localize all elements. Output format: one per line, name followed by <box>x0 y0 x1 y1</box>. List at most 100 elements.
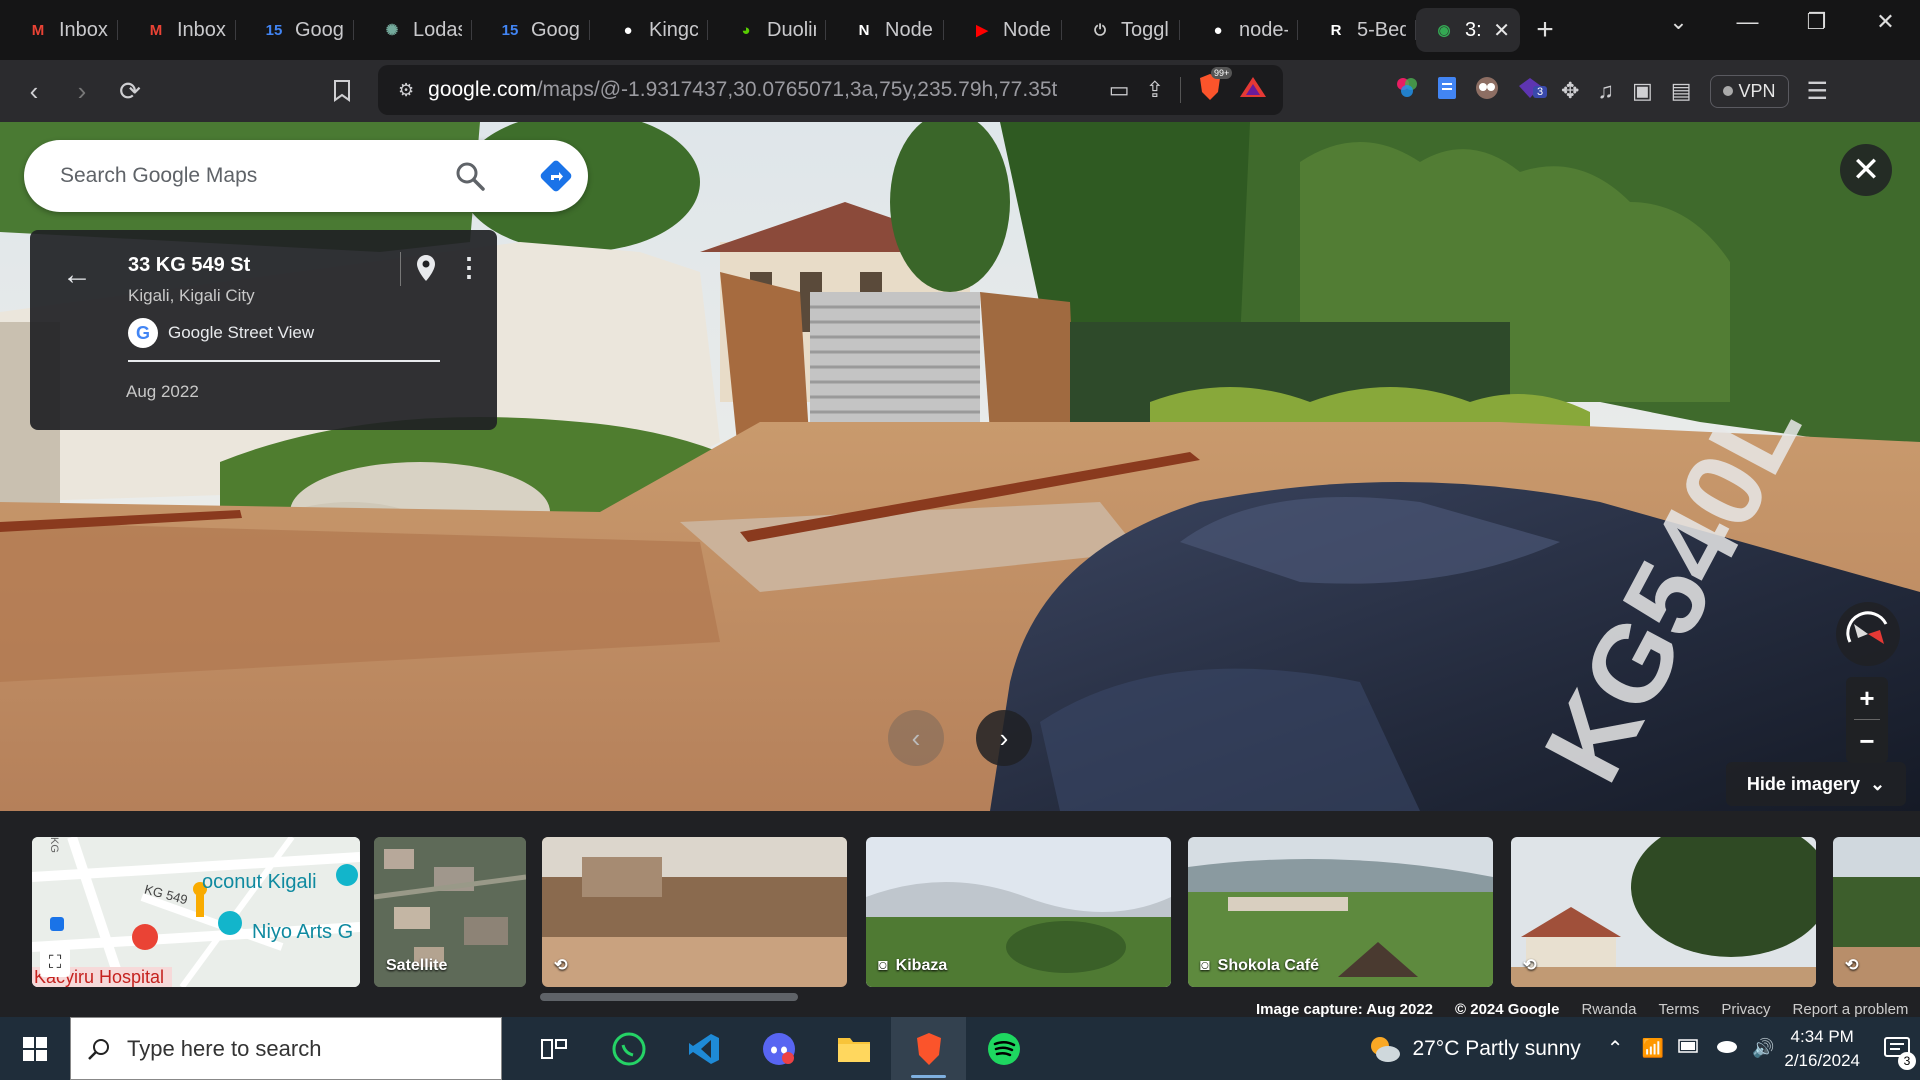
brave-browser-icon[interactable] <box>891 1017 966 1080</box>
weather-widget[interactable]: 27°C Partly sunny <box>1368 1034 1581 1064</box>
map-pin-icon[interactable] <box>416 254 436 289</box>
tab-11[interactable]: R 5-Bed <box>1298 8 1416 52</box>
hide-imagery-button[interactable]: Hide imagery ⌄ <box>1726 762 1906 806</box>
bookmark-icon[interactable] <box>318 67 366 115</box>
tab-7[interactable]: N Node <box>826 8 944 52</box>
shokola-photo-tile[interactable]: ◙ Shokola Café <box>1188 837 1493 987</box>
google-maps-icon: ◉ <box>1437 22 1451 39</box>
timeline-bar[interactable] <box>128 360 440 362</box>
maps-search-box[interactable] <box>24 140 588 212</box>
extensions-puzzle-icon[interactable]: ✥ <box>1561 78 1579 104</box>
imagery-filmstrip: KG KG 549 oconut Kigali Niyo Arts G Kacy… <box>0 811 1920 1018</box>
wallet-icon[interactable]: ▤ <box>1671 78 1692 104</box>
share-icon[interactable]: ⇪ <box>1146 77 1164 103</box>
color-picker-extension-icon[interactable] <box>1395 76 1419 106</box>
country-link[interactable]: Rwanda <box>1581 1001 1636 1018</box>
street-view-panorama[interactable]: KG540L ← 33 KG 549 St Kigali, Kigali Cit… <box>0 122 1920 811</box>
tab-active[interactable]: ◉ 3: ✕ <box>1416 8 1520 52</box>
tab-8[interactable]: ▶ Node <box>944 8 1062 52</box>
tab-2[interactable]: 15 Googl <box>236 8 354 52</box>
privacy-link[interactable]: Privacy <box>1721 1001 1770 1018</box>
owl-extension-icon[interactable] <box>1475 76 1499 106</box>
tab-9[interactable]: ⏻ Toggl <box>1062 8 1180 52</box>
extensions-area: 3 ✥ ♫ ▣ ▤ VPN ☰ <box>1395 60 1828 122</box>
tab-6[interactable]: ◕ Duolir <box>708 8 826 52</box>
task-view-icon[interactable] <box>516 1017 591 1080</box>
filmstrip-scrollbar[interactable] <box>540 993 798 1001</box>
kibaza-photo-tile[interactable]: ◙ Kibaza <box>866 837 1171 987</box>
tab-1[interactable]: M Inbox <box>118 8 236 52</box>
tab-3[interactable]: ✺ Lodas <box>354 8 472 52</box>
sidebar-toggle-icon[interactable]: ▣ <box>1632 78 1653 104</box>
capture-date[interactable]: Aug 2022 <box>126 382 199 402</box>
taskbar-search-input[interactable] <box>127 1035 467 1062</box>
satellite-tile[interactable]: Satellite <box>374 837 526 987</box>
show-hidden-icons[interactable]: ⌃ <box>1607 1036 1624 1061</box>
terms-link[interactable]: Terms <box>1658 1001 1699 1018</box>
nav-arrow-back[interactable]: ‹ <box>888 710 944 766</box>
vpn-button[interactable]: VPN <box>1709 74 1789 108</box>
docs-extension-icon[interactable] <box>1437 76 1457 106</box>
gem-extension-icon[interactable]: 3 <box>1517 76 1548 106</box>
onedrive-icon[interactable] <box>1714 1039 1738 1058</box>
browser-tab-strip: M Inbox M Inbox 15 Googl ✺ Lodas 15 Googl ● Kingc ◕ D… <box>0 0 1920 60</box>
back-arrow-icon[interactable]: ← <box>62 258 92 292</box>
close-street-view-button[interactable]: ✕ <box>1840 144 1892 196</box>
discord-icon[interactable] <box>741 1017 816 1080</box>
address-bar[interactable]: ⚙ google.com /maps/@-1.9317437,30.076507… <box>378 65 1283 115</box>
tab-title: Inbox <box>177 18 226 41</box>
directions-icon[interactable] <box>538 158 574 194</box>
street-photo-tile-3[interactable]: ⟲ <box>1833 837 1920 987</box>
volume-icon[interactable]: 🔊 <box>1752 1038 1774 1059</box>
media-controls-icon[interactable]: ♫ <box>1597 78 1614 104</box>
new-tab-button[interactable]: + <box>1520 13 1570 47</box>
tab-10[interactable]: ● node- <box>1180 8 1298 52</box>
site-settings-icon[interactable]: ⚙ <box>398 80 414 101</box>
vscode-icon[interactable] <box>666 1017 741 1080</box>
report-problem-link[interactable]: Report a problem <box>1793 1001 1909 1018</box>
clock-date: 2/16/2024 <box>1784 1050 1860 1070</box>
system-tray: 27°C Partly sunny ⌃ 📶 🔊 4:34 PM 2/16/202… <box>1368 1017 1920 1080</box>
brave-shields-icon[interactable]: 99+ <box>1197 67 1233 107</box>
back-button[interactable]: ‹ <box>10 67 58 115</box>
taskbar-search-box[interactable] <box>70 1017 502 1080</box>
zoom-out-button[interactable]: − <box>1846 720 1888 763</box>
tab-4[interactable]: 15 Googl <box>472 8 590 52</box>
notification-center-icon[interactable]: 3 <box>1874 1017 1920 1080</box>
forward-button[interactable]: › <box>58 67 106 115</box>
minimize-button[interactable]: — <box>1713 0 1782 44</box>
street-photo-tile-2[interactable]: ⟲ <box>1511 837 1816 987</box>
street-view-source[interactable]: G Google Street View <box>128 318 314 348</box>
clock[interactable]: 4:34 PM 2/16/2024 <box>1784 1025 1860 1073</box>
maps-search-input[interactable] <box>60 164 440 188</box>
cast-icon[interactable]: ▭ <box>1109 77 1130 103</box>
reload-button[interactable]: ⟳ <box>106 67 154 115</box>
browser-menu-icon[interactable]: ☰ <box>1807 77 1829 106</box>
spotify-icon[interactable] <box>966 1017 1041 1080</box>
whatsapp-icon[interactable] <box>591 1017 666 1080</box>
windows-logo-icon <box>23 1036 47 1061</box>
more-options-icon[interactable]: ⋮ <box>456 252 482 283</box>
toggl-icon: ⏻ <box>1094 21 1106 39</box>
file-explorer-icon[interactable] <box>816 1017 891 1080</box>
windows-start-button[interactable] <box>0 1017 70 1080</box>
street-photo-tile-1[interactable]: ⟲ <box>542 837 847 987</box>
mini-map[interactable]: KG KG 549 oconut Kigali Niyo Arts G Kacy… <box>32 837 360 987</box>
search-icon[interactable] <box>454 160 486 192</box>
battery-icon[interactable] <box>1678 1039 1700 1058</box>
close-window-button[interactable]: ✕ <box>1851 0 1920 44</box>
tab-0[interactable]: M Inbox <box>0 8 118 52</box>
address-title: 33 KG 549 St <box>128 254 251 276</box>
brave-rewards-icon[interactable] <box>1239 75 1267 105</box>
zoom-in-button[interactable]: + <box>1846 677 1888 720</box>
compass-icon[interactable] <box>1836 602 1900 666</box>
restore-button[interactable]: ❐ <box>1782 0 1851 44</box>
nav-arrow-forward[interactable]: › <box>976 710 1032 766</box>
tab-5[interactable]: ● Kingc <box>590 8 708 52</box>
close-tab-icon[interactable]: ✕ <box>1493 18 1510 43</box>
expand-map-icon[interactable]: ⛶ <box>40 947 70 977</box>
mini-map-graphic <box>32 837 360 987</box>
wifi-icon[interactable]: 📶 <box>1642 1038 1664 1059</box>
tab-search-icon[interactable]: ⌄ <box>1644 0 1713 44</box>
tab-title: Duolir <box>767 18 816 41</box>
